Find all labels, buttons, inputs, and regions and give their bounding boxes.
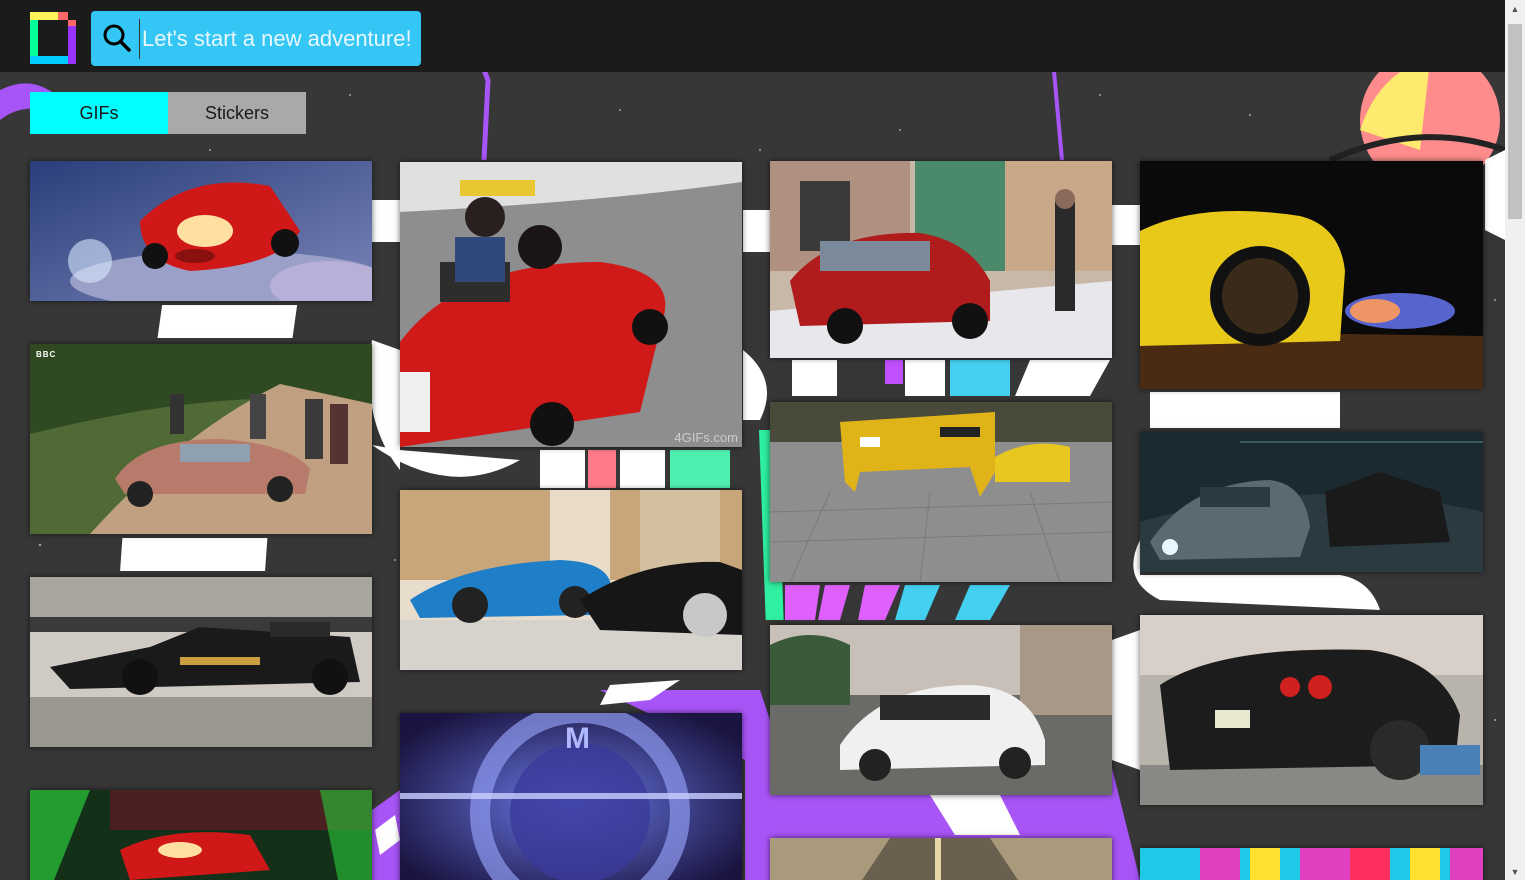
gif-yellow-car-barrier[interactable] — [770, 402, 1112, 582]
gif-image — [770, 625, 1112, 795]
search-bar[interactable] — [91, 11, 421, 66]
gif-road-bottom[interactable] — [770, 838, 1112, 880]
media-type-tabs: GIFs Stickers — [30, 92, 306, 134]
gif-image — [770, 838, 1112, 880]
bbc-badge: BBC — [36, 350, 57, 359]
gif-yellow-car-exhaust-flames[interactable] — [1140, 161, 1483, 389]
vertical-scrollbar[interactable]: ▲ ▼ — [1505, 0, 1525, 880]
gif-kids-red-toy-car[interactable]: 4GIFs.com — [400, 162, 742, 447]
scrollbar-thumb[interactable] — [1508, 24, 1522, 219]
gif-image — [30, 577, 372, 747]
scroll-down-arrow-icon[interactable]: ▼ — [1505, 863, 1525, 880]
svg-text:M: M — [565, 722, 590, 755]
gif-image — [30, 790, 372, 880]
gif-red-sedan-snow[interactable] — [770, 161, 1112, 358]
tab-gifs[interactable]: GIFs — [30, 92, 168, 134]
app-window: GIFs Stickers BBC — [0, 0, 1505, 880]
gif-image — [1140, 432, 1483, 572]
watermark: 4GIFs.com — [674, 430, 738, 445]
tab-stickers[interactable]: Stickers — [168, 92, 306, 134]
search-input[interactable] — [139, 19, 419, 59]
giphy-logo-icon[interactable] — [28, 10, 78, 66]
gif-image — [400, 490, 742, 670]
gif-image — [30, 161, 372, 301]
gif-colorful-bottom[interactable] — [1140, 848, 1483, 880]
gif-blue-supercar-black-car[interactable] — [400, 490, 742, 670]
gif-image: M — [400, 713, 742, 880]
gif-black-gtr-dyno[interactable] — [1140, 615, 1483, 805]
gif-image — [1140, 161, 1483, 389]
gif-white-lamborghini[interactable] — [770, 625, 1112, 795]
gif-image — [770, 402, 1112, 582]
gif-bbc-pushing-car[interactable]: BBC — [30, 344, 372, 534]
gif-lightning-mcqueen-neon[interactable] — [30, 790, 372, 880]
gif-image — [770, 161, 1112, 358]
gif-image — [30, 344, 372, 534]
gif-f1-race-car[interactable] — [30, 577, 372, 747]
gif-image — [1140, 848, 1483, 880]
gif-bmw-m-logo[interactable]: M — [400, 713, 742, 880]
scroll-up-arrow-icon[interactable]: ▲ — [1505, 0, 1525, 17]
gif-image — [400, 162, 742, 447]
search-icon[interactable] — [102, 23, 132, 53]
gif-image — [1140, 615, 1483, 805]
gif-tunnel-chase[interactable] — [1140, 432, 1483, 572]
gif-lightning-mcqueen-stadium[interactable] — [30, 161, 372, 301]
